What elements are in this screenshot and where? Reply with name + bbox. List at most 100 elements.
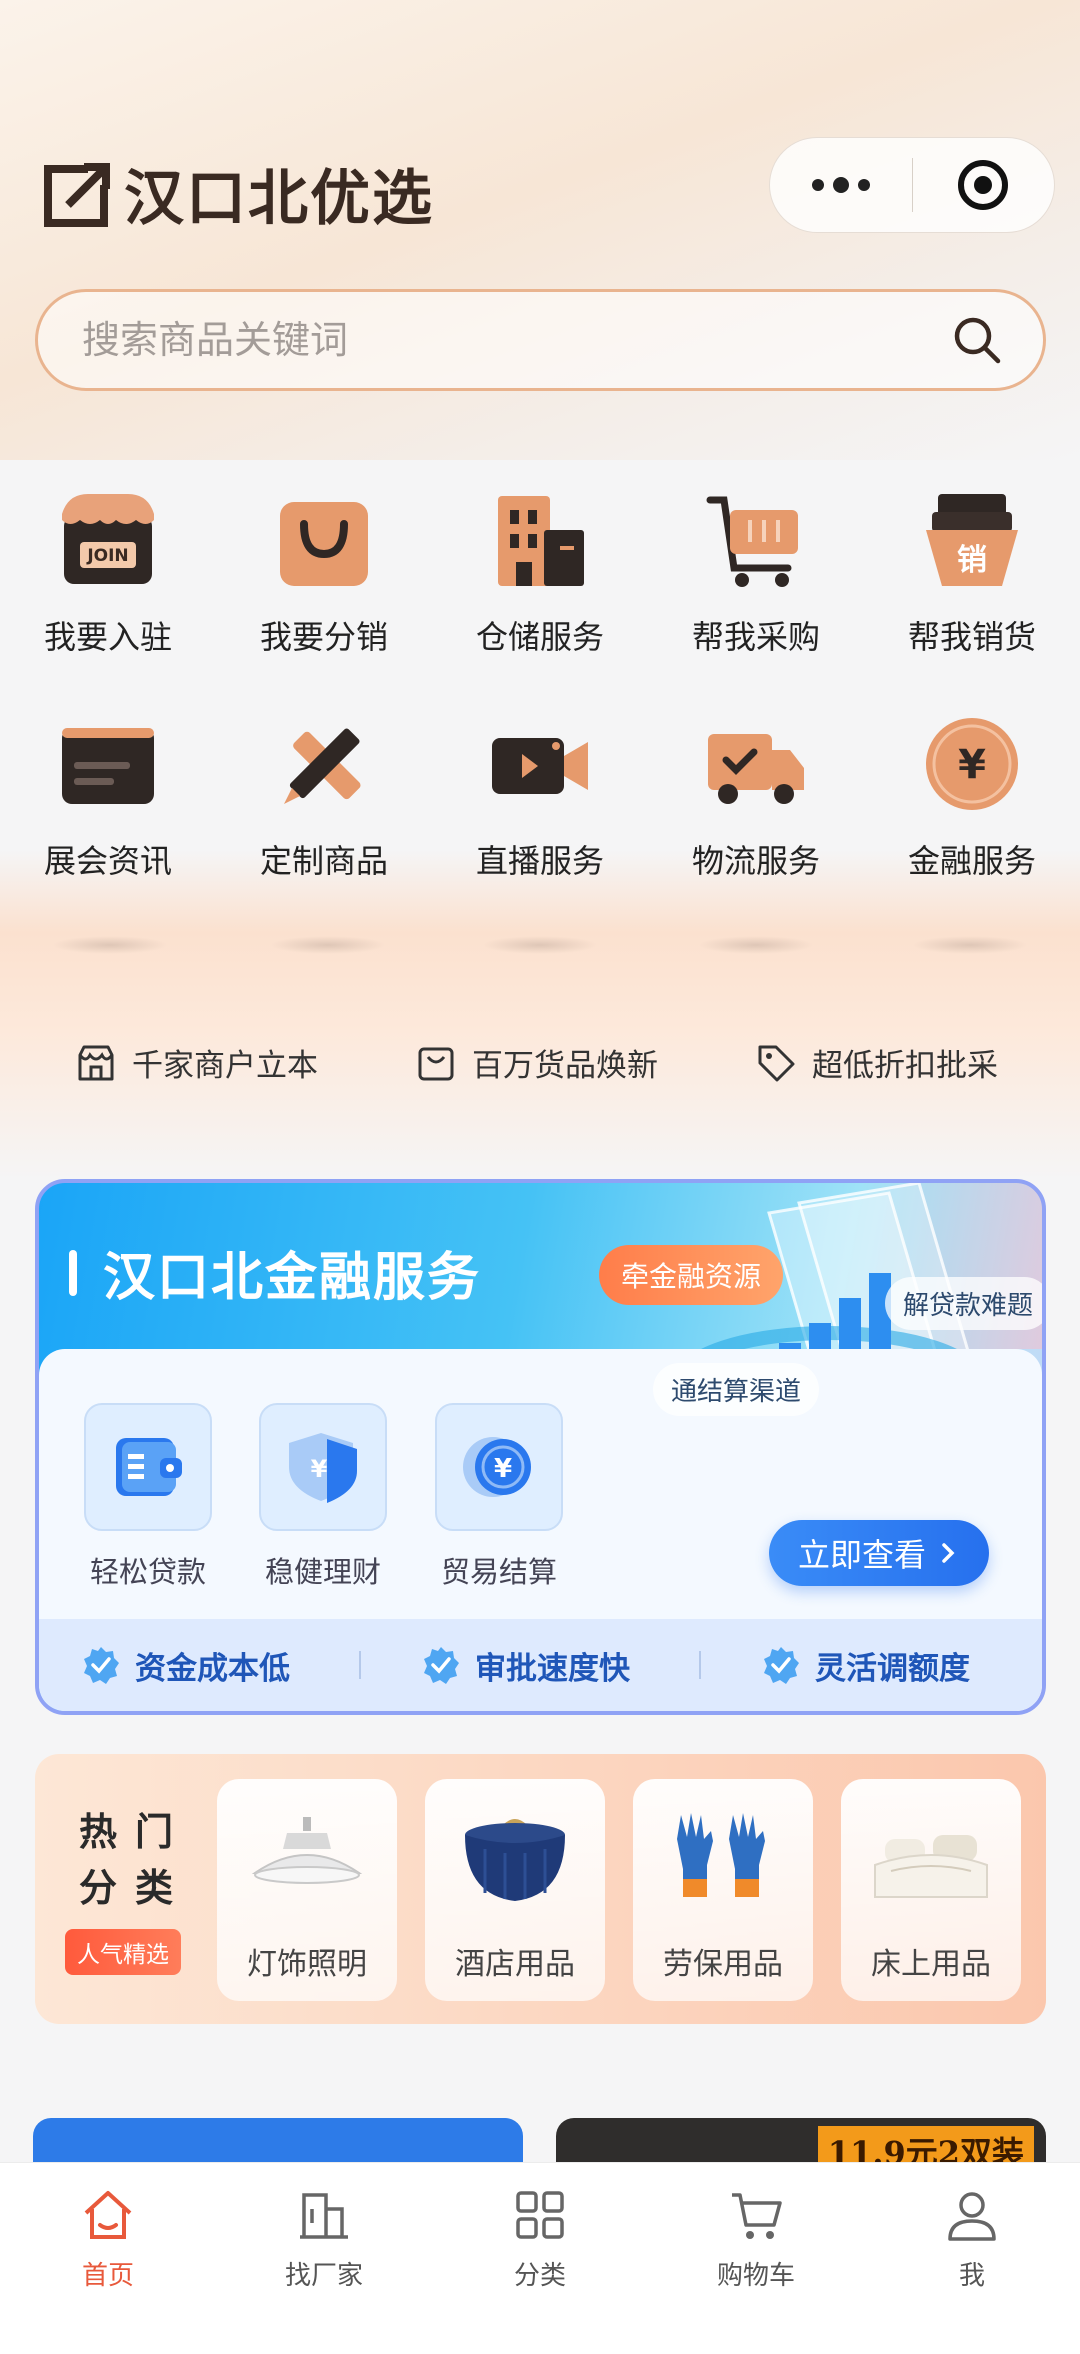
app-logo-icon [44,161,112,227]
finance-resource-badge: 牵金融资源 [599,1245,784,1305]
shield-yuan-icon: ¥ [259,1403,387,1531]
finance-item-label: 轻松贷款 [89,1555,206,1589]
finance-item-wealth[interactable]: ¥ 稳健理财 [259,1403,387,1591]
service-label: 帮我采购 [691,618,820,656]
benefit-separator [699,1651,701,1679]
category-safety[interactable]: 劳保用品 [633,1779,813,2001]
service-logistics[interactable]: 物流服务 [648,714,864,938]
yuan-coin-icon: ¥ [922,714,1022,814]
service-label: 帮我销货 [907,618,1036,656]
bedding-icon [871,1809,991,1909]
service-custom[interactable]: 定制商品 [216,714,432,938]
badge-check-icon [84,1647,119,1684]
hot-title-line1: 热门 [79,1810,192,1854]
finance-item-loan[interactable]: 轻松贷款 [84,1403,212,1591]
factory-icon [300,2193,348,2239]
finance-item-settlement[interactable]: ¥ 贸易结算 [435,1403,563,1591]
tab-label: 分类 [513,2261,566,2291]
grid-icon [516,2191,564,2239]
feature-label: 超低折扣批采 [812,1048,998,1084]
finance-benefits: 资金成本低 审批速度快 灵活调额度 [39,1619,1042,1711]
benefit-flexible-limit: 灵活调额度 [761,1643,970,1688]
category-label: 床上用品 [871,1947,991,1982]
tab-label: 购物车 [716,2261,795,2291]
warehouse-building-icon [490,490,590,590]
benefit-label: 审批速度快 [475,1650,630,1687]
feature-goods: 百万货品焕新 [416,1040,658,1085]
target-circle-icon [958,160,1009,210]
category-label: 劳保用品 [663,1947,783,1982]
tab-label: 首页 [81,2261,134,2291]
chevron-right-icon [942,1543,955,1563]
search-icon[interactable] [951,314,1003,366]
store-icon [78,1045,114,1080]
hot-categories: 热门 分类 人气精选 灯饰照明 酒店用品 劳保用品 床上用品 [35,1754,1046,2024]
service-expo-news[interactable]: 展会资讯 [0,714,216,938]
service-distribution[interactable]: 我要分销 [216,490,432,714]
services-row: 展会资讯 定制商品 直播服务 物流服务 ¥ 金融服务 [0,714,1080,938]
category-label: 灯饰照明 [247,1947,367,1982]
service-label: 直播服务 [475,842,604,880]
feature-label: 百万货品焕新 [472,1048,658,1084]
tab-me[interactable]: 我 [864,2163,1080,2354]
service-label: 定制商品 [259,842,388,880]
category-hotel[interactable]: 酒店用品 [425,1779,605,2001]
mini-program-capsule [769,137,1055,233]
svg-text:JOIN: JOIN [86,546,128,566]
svg-text:¥: ¥ [494,1454,512,1484]
benefit-fast-approval: 审批速度快 [421,1643,630,1688]
app-header: 汉口北优选 [44,150,434,237]
hot-title-line2: 分类 [79,1866,192,1910]
service-livestream[interactable]: 直播服务 [432,714,648,938]
view-now-button[interactable]: 立即查看 [769,1520,989,1586]
tab-cart[interactable]: 购物车 [648,2163,864,2354]
category-lighting[interactable]: 灯饰照明 [217,1779,397,2001]
finance-service-card[interactable]: 汉口北金融服务 牵金融资源 解贷款难题 通结算渠道 轻松贷款 ¥ 稳健理财 ¥ … [35,1179,1046,1715]
service-finance[interactable]: ¥ 金融服务 [864,714,1080,938]
settlement-channel-badge: 通结算渠道 [653,1363,820,1416]
user-icon [948,2192,996,2241]
service-warehouse[interactable]: 仓储服务 [432,490,648,714]
benefit-separator [359,1651,361,1679]
search-input[interactable] [82,318,951,362]
svg-text:销: 销 [957,543,987,578]
service-label: 物流服务 [691,842,820,880]
finance-item-label: 稳健理财 [264,1555,381,1589]
benefit-low-cost: 资金成本低 [81,1643,290,1688]
app-title: 汉口北优选 [124,164,434,234]
tab-category[interactable]: 分类 [432,2163,648,2354]
service-sales[interactable]: 销 帮我销货 [864,490,1080,714]
more-menu-button[interactable] [770,138,912,232]
benefit-label: 灵活调额度 [815,1650,970,1687]
hot-title: 热门 分类 [79,1804,191,1916]
tab-home[interactable]: 首页 [0,2163,216,2354]
category-label: 酒店用品 [455,1947,575,1982]
shopping-bag-icon [274,490,374,590]
more-dots-icon [811,177,870,193]
tag-icon [758,1045,795,1081]
service-label: 我要分销 [259,618,388,656]
service-label: 仓储服务 [475,618,604,656]
tab-factory[interactable]: 找厂家 [216,2163,432,2354]
home-icon [84,2191,132,2239]
work-gloves-icon [663,1809,783,1909]
services-grid: JOIN 我要入驻 我要分销 仓储服务 帮我采购 销 帮我销货 展会资讯 定制商… [0,490,1080,938]
tab-label: 找厂家 [284,2261,363,2291]
service-join[interactable]: JOIN 我要入驻 [0,490,216,714]
category-bedding[interactable]: 床上用品 [841,1779,1021,2001]
feature-label: 千家商户立本 [132,1048,318,1084]
ceiling-lamp-icon [247,1809,367,1909]
service-label: 展会资讯 [43,842,172,880]
service-purchase[interactable]: 帮我采购 [648,490,864,714]
badge-check-icon [424,1647,459,1684]
icon-shadows [0,936,1080,960]
close-mini-program-button[interactable] [913,138,1055,232]
feature-discount: 超低折扣批采 [756,1040,998,1085]
feature-merchants: 千家商户立本 [76,1040,318,1085]
search-bar[interactable] [35,289,1046,391]
delivery-truck-icon [706,714,806,814]
round-table-icon [455,1809,575,1909]
video-camera-icon [490,714,590,814]
tab-label: 我 [958,2261,985,2291]
wallet-icon [84,1403,212,1531]
